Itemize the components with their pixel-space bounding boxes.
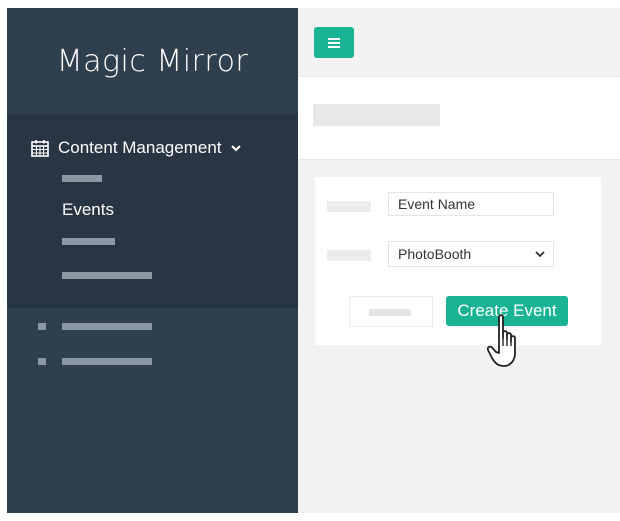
field-label-placeholder [327, 250, 371, 261]
event-name-input[interactable]: Event Name [388, 192, 554, 216]
field-label-placeholder [327, 201, 371, 212]
sidebar-item-label: Content Management [58, 138, 222, 157]
sidebar-item-placeholder[interactable] [62, 358, 152, 365]
sidebar-item-placeholder[interactable] [62, 323, 152, 330]
create-event-form: Event Name PhotoBooth Create Event [315, 177, 601, 345]
chevron-down-icon [230, 145, 241, 152]
page-title-placeholder [313, 104, 440, 126]
sidebar-item-bullet [38, 358, 46, 365]
brand-logo: Magic Mirror [56, 44, 249, 79]
chevron-down-icon [535, 251, 545, 258]
top-navbar [298, 8, 620, 76]
submenu-item-placeholder[interactable] [62, 272, 152, 279]
submenu-item-placeholder[interactable] [62, 175, 102, 182]
submenu-item-events[interactable]: Events [62, 200, 114, 220]
calendar-icon [31, 140, 49, 157]
template-select[interactable]: PhotoBooth [388, 241, 554, 267]
secondary-button[interactable] [349, 296, 433, 327]
app-window: Magic Mirror Content Management Events E… [7, 8, 620, 513]
sidebar: Magic Mirror Content Management Events [7, 8, 298, 513]
sidebar-item-content-management[interactable]: Content Management [31, 136, 242, 160]
template-select-value: PhotoBooth [398, 246, 472, 262]
hamburger-menu-icon [328, 38, 340, 48]
hand-pointer-cursor-icon [487, 314, 516, 367]
brand-area: Magic Mirror [7, 8, 298, 114]
main-content: Event Name PhotoBooth Create Event [298, 8, 620, 513]
submenu-item-placeholder[interactable] [62, 238, 115, 245]
menu-toggle-button[interactable] [314, 27, 354, 58]
button-label-placeholder [369, 309, 411, 316]
sidebar-item-bullet [38, 323, 46, 330]
page-heading [298, 76, 620, 160]
